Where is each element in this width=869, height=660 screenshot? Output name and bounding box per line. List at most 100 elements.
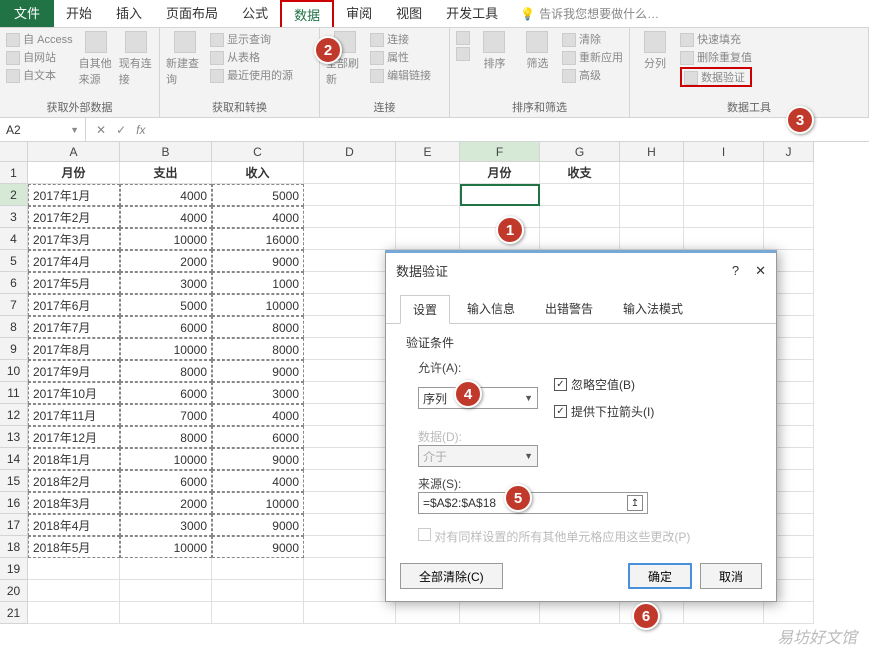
- cell[interactable]: [304, 514, 396, 536]
- cell[interactable]: 5000: [212, 184, 304, 206]
- sort-za-icon[interactable]: [456, 47, 470, 61]
- cell[interactable]: [396, 162, 460, 184]
- cell[interactable]: 16000: [212, 228, 304, 250]
- ok-button[interactable]: 确定: [628, 563, 692, 589]
- cell[interactable]: [304, 404, 396, 426]
- cell[interactable]: 8000: [212, 338, 304, 360]
- close-icon[interactable]: ✕: [755, 263, 766, 279]
- cell[interactable]: 2017年10月: [28, 382, 120, 404]
- cell[interactable]: 3000: [212, 382, 304, 404]
- cell[interactable]: 7000: [120, 404, 212, 426]
- btn-from-access[interactable]: 自 Access: [6, 31, 73, 47]
- cell[interactable]: 2000: [120, 250, 212, 272]
- tab-page-layout[interactable]: 页面布局: [154, 0, 230, 27]
- btn-text-to-columns[interactable]: 分列: [636, 31, 674, 71]
- dropdown-arrow-checkbox[interactable]: ✓提供下拉箭头(I): [554, 403, 654, 420]
- dlg-tab-input-msg[interactable]: 输入信息: [454, 294, 528, 323]
- cell[interactable]: 2017年7月: [28, 316, 120, 338]
- cell[interactable]: 4000: [120, 206, 212, 228]
- cell[interactable]: [28, 602, 120, 624]
- cell[interactable]: [684, 602, 764, 624]
- cell[interactable]: 2018年4月: [28, 514, 120, 536]
- cell[interactable]: [620, 162, 684, 184]
- btn-from-web[interactable]: 自网站: [6, 49, 73, 65]
- cell[interactable]: [304, 184, 396, 206]
- cell[interactable]: [304, 580, 396, 602]
- cell[interactable]: 月份: [460, 162, 540, 184]
- name-box[interactable]: A2 ▼: [0, 118, 86, 141]
- cell[interactable]: 月份: [28, 162, 120, 184]
- cell[interactable]: 收支: [540, 162, 620, 184]
- btn-other-sources[interactable]: 自其他来源: [79, 31, 113, 87]
- dlg-tab-ime[interactable]: 输入法模式: [610, 294, 696, 323]
- cell[interactable]: [304, 272, 396, 294]
- cell[interactable]: [304, 316, 396, 338]
- cell[interactable]: [684, 162, 764, 184]
- col-header-F[interactable]: F: [460, 142, 540, 162]
- cell[interactable]: [304, 228, 396, 250]
- cell[interactable]: [460, 602, 540, 624]
- row-header[interactable]: 7: [0, 294, 28, 316]
- cell[interactable]: 10000: [212, 492, 304, 514]
- cell[interactable]: 2018年2月: [28, 470, 120, 492]
- cell[interactable]: [212, 602, 304, 624]
- cell[interactable]: [460, 184, 540, 206]
- tab-review[interactable]: 审阅: [334, 0, 384, 27]
- btn-properties[interactable]: 属性: [370, 49, 431, 65]
- cell[interactable]: [28, 558, 120, 580]
- cell[interactable]: 10000: [120, 448, 212, 470]
- row-header[interactable]: 18: [0, 536, 28, 558]
- cell[interactable]: 6000: [120, 316, 212, 338]
- cell[interactable]: [540, 184, 620, 206]
- cell[interactable]: 10000: [120, 536, 212, 558]
- btn-recent-sources[interactable]: 最近使用的源: [210, 67, 293, 83]
- cell[interactable]: [764, 184, 814, 206]
- cell[interactable]: 3000: [120, 514, 212, 536]
- cell[interactable]: 6000: [120, 470, 212, 492]
- cell[interactable]: 10000: [120, 228, 212, 250]
- cell[interactable]: 收入: [212, 162, 304, 184]
- cell[interactable]: 2017年5月: [28, 272, 120, 294]
- col-header-I[interactable]: I: [684, 142, 764, 162]
- cell[interactable]: [304, 382, 396, 404]
- row-header[interactable]: 16: [0, 492, 28, 514]
- col-header-E[interactable]: E: [396, 142, 460, 162]
- cell[interactable]: [764, 162, 814, 184]
- btn-show-queries[interactable]: 显示查询: [210, 31, 293, 47]
- cell[interactable]: [304, 206, 396, 228]
- cell[interactable]: [120, 602, 212, 624]
- cell[interactable]: [304, 338, 396, 360]
- cell[interactable]: [396, 228, 460, 250]
- cell[interactable]: [304, 492, 396, 514]
- col-header-J[interactable]: J: [764, 142, 814, 162]
- help-icon[interactable]: ?: [732, 263, 739, 279]
- btn-from-text[interactable]: 自文本: [6, 67, 73, 83]
- cell[interactable]: 2018年5月: [28, 536, 120, 558]
- cell[interactable]: 6000: [120, 382, 212, 404]
- col-header-A[interactable]: A: [28, 142, 120, 162]
- row-header[interactable]: 10: [0, 360, 28, 382]
- row-header[interactable]: 19: [0, 558, 28, 580]
- sort-az-icon[interactable]: [456, 31, 470, 45]
- cell[interactable]: [540, 228, 620, 250]
- btn-remove-duplicates[interactable]: 删除重复值: [680, 49, 752, 65]
- cell[interactable]: [764, 206, 814, 228]
- cell[interactable]: [304, 470, 396, 492]
- dlg-tab-settings[interactable]: 设置: [400, 295, 450, 324]
- cancel-icon[interactable]: ✕: [96, 123, 106, 137]
- row-header[interactable]: 12: [0, 404, 28, 426]
- cell[interactable]: 1000: [212, 272, 304, 294]
- row-header[interactable]: 13: [0, 426, 28, 448]
- cell[interactable]: [304, 426, 396, 448]
- btn-reapply[interactable]: 重新应用: [562, 49, 623, 65]
- tell-me-search[interactable]: 💡 告诉我您想要做什么…: [520, 5, 659, 22]
- row-header[interactable]: 15: [0, 470, 28, 492]
- btn-advanced[interactable]: 高级: [562, 67, 623, 83]
- cell[interactable]: [304, 536, 396, 558]
- cell[interactable]: 2000: [120, 492, 212, 514]
- tab-developer[interactable]: 开发工具: [434, 0, 510, 27]
- ignore-blank-checkbox[interactable]: ✓忽略空值(B): [554, 376, 654, 393]
- tab-data[interactable]: 数据: [280, 0, 334, 27]
- cell[interactable]: 2017年2月: [28, 206, 120, 228]
- cell[interactable]: [304, 360, 396, 382]
